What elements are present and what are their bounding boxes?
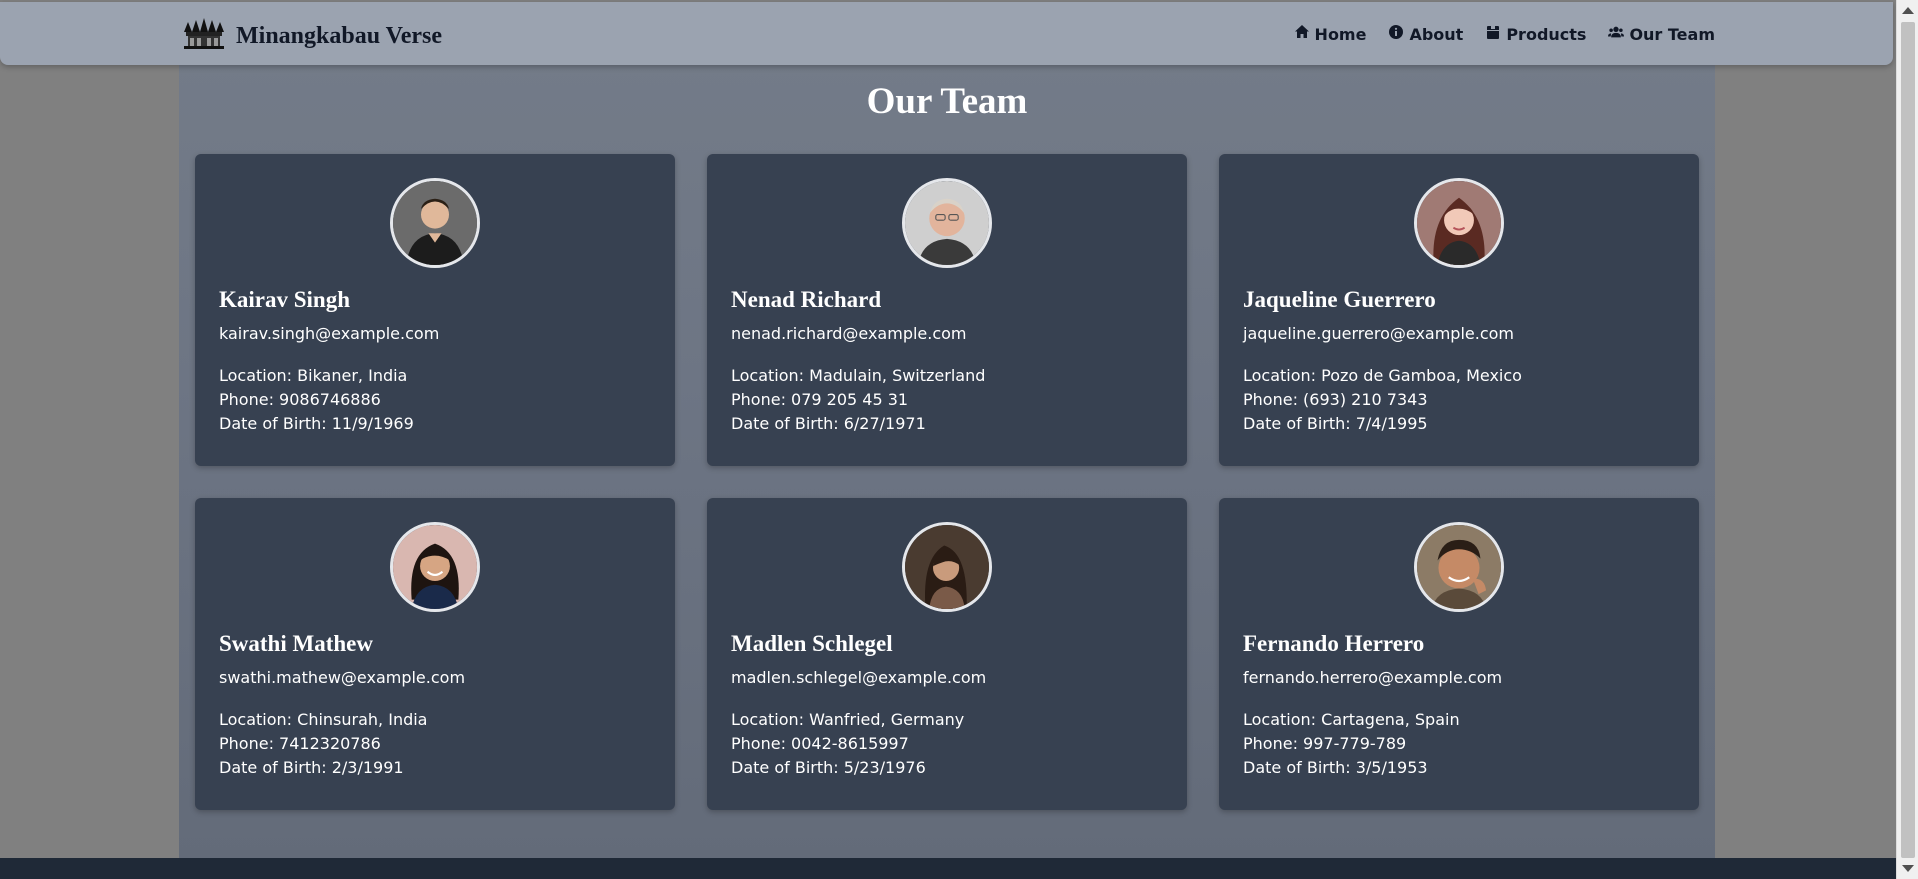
member-dob: Date of Birth: 5/23/1976 [731,758,926,777]
member-email: kairav.singh@example.com [219,324,440,343]
nav-products[interactable]: Products [1485,24,1586,44]
nav-about[interactable]: About [1388,24,1463,44]
member-phone: Phone: 9086746886 [219,390,381,409]
member-phone: Phone: 7412320786 [219,734,381,753]
avatar [902,522,992,612]
brand[interactable]: Minangkabau Verse [182,18,442,55]
team-card: Nenad Richard nenad.richard@example.com … [707,154,1187,466]
member-dob: Date of Birth: 11/9/1969 [219,414,414,433]
home-icon [1294,24,1310,44]
avatar [902,178,992,268]
member-name: Swathi Mathew [219,631,373,656]
member-location: Location: Madulain, Switzerland [731,366,986,385]
nav-about-label: About [1409,24,1464,44]
member-details: Location: Madulain, Switzerland Phone: 0… [731,364,1163,436]
team-grid: Kairav Singh kairav.singh@example.com Lo… [195,154,1699,810]
member-details: Location: Pozo de Gamboa, Mexico Phone: … [1243,364,1675,436]
team-card: Kairav Singh kairav.singh@example.com Lo… [195,154,675,466]
avatar [1414,178,1504,268]
member-email: madlen.schlegel@example.com [731,668,987,687]
member-phone: Phone: 0042-8615997 [731,734,909,753]
member-name: Kairav Singh [219,287,351,312]
member-name: Nenad Richard [731,287,882,312]
users-icon [1608,24,1625,44]
nav-our-team-label: Our Team [1629,24,1715,44]
member-name: Fernando Herrero [1243,631,1425,656]
scroll-up-arrow-icon[interactable] [1902,7,1914,14]
team-card: Madlen Schlegel madlen.schlegel@example.… [707,498,1187,810]
member-name: Jaqueline Guerrero [1243,287,1436,312]
nav-products-label: Products [1506,24,1587,44]
scroll-down-arrow-icon[interactable] [1902,865,1914,872]
member-dob: Date of Birth: 7/4/1995 [1243,414,1428,433]
member-phone: Phone: 079 205 45 31 [731,390,909,409]
navbar: Minangkabau Verse Home About Products Ou… [0,2,1893,65]
member-location: Location: Cartagena, Spain [1243,710,1460,729]
avatar [390,178,480,268]
member-phone: Phone: 997-779-789 [1243,734,1407,753]
page-title: Our Team [866,81,1028,122]
member-name: Madlen Schlegel [731,631,893,656]
member-email: swathi.mathew@example.com [219,668,466,687]
member-dob: Date of Birth: 3/5/1953 [1243,758,1428,777]
avatar [1414,522,1504,612]
member-location: Location: Bikaner, India [219,366,408,385]
footer [0,858,1896,879]
member-email: nenad.richard@example.com [731,324,967,343]
member-details: Location: Chinsurah, India Phone: 741232… [219,708,651,780]
team-card: Swathi Mathew swathi.mathew@example.com … [195,498,675,810]
member-dob: Date of Birth: 2/3/1991 [219,758,404,777]
brand-name: Minangkabau Verse [236,23,443,49]
member-dob: Date of Birth: 6/27/1971 [731,414,926,433]
member-details: Location: Cartagena, Spain Phone: 997-77… [1243,708,1675,780]
nav-links: Home About Products Our Team [1294,24,1715,44]
scrollbar-thumb[interactable] [1901,22,1915,858]
box-icon [1485,24,1501,44]
info-icon [1388,24,1404,44]
member-email: jaqueline.guerrero@example.com [1243,324,1514,343]
member-location: Location: Chinsurah, India [219,710,428,729]
nav-our-team[interactable]: Our Team [1608,24,1715,44]
member-email: fernando.herrero@example.com [1243,668,1503,687]
nav-home-label: Home [1314,24,1367,44]
team-card: Jaqueline Guerrero jaqueline.guerrero@ex… [1219,154,1699,466]
member-location: Location: Pozo de Gamboa, Mexico [1243,366,1522,385]
member-details: Location: Wanfried, Germany Phone: 0042-… [731,708,1163,780]
member-location: Location: Wanfried, Germany [731,710,965,729]
nav-home[interactable]: Home [1294,24,1367,44]
rumah-gadang-logo-icon [182,18,226,55]
vertical-scrollbar[interactable] [1896,0,1918,879]
avatar [390,522,480,612]
team-card: Fernando Herrero fernando.herrero@exampl… [1219,498,1699,810]
member-phone: Phone: (693) 210 7343 [1243,390,1428,409]
member-details: Location: Bikaner, India Phone: 90867468… [219,364,651,436]
browser-viewport: Minangkabau Verse Home About Products Ou… [0,0,1896,879]
